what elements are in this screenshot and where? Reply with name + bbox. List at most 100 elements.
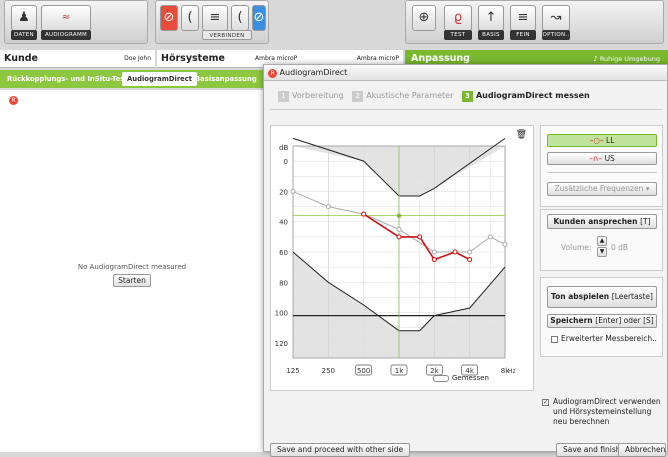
kunden-ansprechen-button[interactable]: Kunden ansprechen [T] <box>547 214 657 229</box>
no-measure-text: No AudiogramDirect measured <box>77 263 187 271</box>
side-panel: –○– LL –∩– US Zusätzliche Frequenzen ▾ <box>540 125 663 207</box>
options-icon[interactable]: ↝ <box>542 5 570 31</box>
save-other-side-button[interactable]: Save and proceed with other side <box>270 443 411 457</box>
audiogram-chart[interactable]: 020406080100120dB125 250 500 1k 2k 4k 8kHz <box>271 126 535 392</box>
toolbar-fitting: ⊕ ϱ ↑ ≡ ↝ TEST BASIS FEIN OPTION.. <box>405 0 664 44</box>
x-tick-label: 250 <box>322 367 335 375</box>
series-point <box>417 234 423 240</box>
hoersysteme-title: Hörsysteme <box>161 53 225 64</box>
trash-icon[interactable]: 🗑 <box>516 130 527 140</box>
step-2[interactable]: 2 Akustische Parameter <box>352 89 453 103</box>
series-point <box>452 249 458 255</box>
series-point <box>396 226 402 232</box>
us-button[interactable]: –∩– US <box>547 152 657 165</box>
anpassung-title: Anpassung <box>411 53 470 64</box>
right-ear-badge: R <box>9 96 18 105</box>
basis-icon[interactable]: ↑ <box>478 5 504 31</box>
chevron-down-icon: ▾ <box>645 184 650 193</box>
side-divider <box>547 172 657 173</box>
test-ear-icon[interactable]: ϱ <box>444 5 472 31</box>
series-point <box>290 188 296 194</box>
customer-name: Doe John <box>124 55 151 62</box>
tab-basisanpassung[interactable]: Basisanpassung <box>190 72 262 86</box>
fein-label: FEIN <box>510 30 536 40</box>
ton-abspielen-button[interactable]: Ton abspielen [Leertaste] <box>547 286 657 308</box>
step-3[interactable]: 3 AudiogramDirect messen <box>461 89 590 103</box>
optionen-label: OPTION.. <box>542 30 570 40</box>
steps-divider <box>270 109 663 110</box>
gemessen-swatch <box>433 374 449 382</box>
toolbar-devices: ⊘ ( ≡ ( ⊘ VERBINDEN <box>155 0 269 44</box>
no-device-icon[interactable]: ⊘ <box>160 5 178 31</box>
legend-gemessen: Gemessen <box>433 374 489 382</box>
basis-label: BASIS <box>478 30 504 40</box>
series-point <box>325 204 331 210</box>
dialog-titlebar: R AudiogramDirect <box>264 65 667 81</box>
series-point <box>467 257 473 263</box>
dialog-ear-icon: R <box>268 69 277 78</box>
series-point <box>361 211 367 217</box>
save-finish-button[interactable]: Save and finish <box>556 443 628 457</box>
series-point <box>431 249 437 255</box>
volume-label: Volume: <box>561 243 592 252</box>
series-point <box>502 241 508 247</box>
x-tick-label: 125 <box>286 367 299 375</box>
crosshair-icon[interactable]: ⊕ <box>412 5 436 31</box>
programmer-icon[interactable]: ≡ <box>202 5 228 31</box>
ll-button[interactable]: –○– LL <box>547 134 657 147</box>
y-tick-label: 80 <box>279 279 288 287</box>
fein-icon[interactable]: ≡ <box>510 5 536 31</box>
series-point <box>431 257 437 263</box>
extra-frequencies-select[interactable]: Zusätzliche Frequenzen ▾ <box>547 182 657 196</box>
dialog-title: AudiogramDirect <box>279 68 348 77</box>
step-1[interactable]: 1 Vorbereitung <box>278 89 344 103</box>
daten-label: DATEN <box>11 30 37 40</box>
extended-range-checkbox[interactable]: Erweiterter Messbereich.. <box>551 334 657 343</box>
audiogramdirect-dialog: R AudiogramDirect 1 Vorbereitung 2 Akustis… <box>263 64 668 457</box>
series-point <box>396 234 402 240</box>
hearing-aid-right-icon[interactable]: ( <box>231 5 249 31</box>
use-audiogramdirect-label: AudiogramDirect verwenden und Hörsysteme… <box>553 397 661 426</box>
subtabs-bar: Rückkopplungs- und InSitu-Test Audiogram… <box>0 70 290 88</box>
volume-down-icon[interactable]: ▼ <box>597 247 607 257</box>
test-label: TEST <box>444 30 472 40</box>
y-tick-label: 60 <box>279 249 288 257</box>
start-button[interactable]: Starten <box>113 274 151 287</box>
volume-up-icon[interactable]: ▲ <box>597 236 607 246</box>
speaker-icon: ♪ <box>593 55 598 63</box>
crosshair-point <box>396 213 402 218</box>
toolbar-customer: ♟ ≈ DATEN AUDIOGRAMM <box>4 0 148 44</box>
y-tick-label: 0 <box>284 158 288 166</box>
checkbox-empty-icon <box>551 335 558 343</box>
y-tick-label: 40 <box>279 219 288 227</box>
kunde-title: Kunde <box>4 53 38 64</box>
verbinden-label[interactable]: VERBINDEN <box>202 30 252 40</box>
use-audiogramdirect-checkbox[interactable]: ✓ AudiogramDirect verwenden und Hörsyste… <box>542 397 664 427</box>
y-tick-label: 120 <box>275 340 288 348</box>
x-tick-label: 500 <box>357 367 370 375</box>
volume-panel: Kunden ansprechen [T] Volume: ▲ ▼ 0 dB <box>540 209 663 271</box>
speichern-button[interactable]: Speichern [Enter] oder [S] <box>547 314 657 328</box>
wizard-steps: 1 Vorbereitung 2 Akustische Parameter 3 Aud… <box>278 89 596 103</box>
person-icon[interactable]: ♟ <box>11 5 37 31</box>
x-tick-label: 1k <box>395 367 404 375</box>
tab-audiogramdirect[interactable]: AudiogramDirect <box>122 72 198 86</box>
no-device-right-icon[interactable]: ⊘ <box>252 5 266 31</box>
ll-marker-icon: –○– <box>589 136 604 145</box>
us-marker-icon: –∩– <box>589 154 603 163</box>
x-axis-label: Hz <box>508 368 516 375</box>
y-tick-label: 100 <box>275 310 288 318</box>
cancel-button[interactable]: Abbrechen <box>618 443 666 457</box>
tab-feedback-test[interactable]: Rückkopplungs- und InSitu-Test <box>2 72 133 86</box>
checkbox-checked-icon: ✓ <box>542 399 549 406</box>
section-kunde: Kunde Doe John <box>0 50 155 68</box>
y-tick-label: 20 <box>279 188 288 196</box>
audiogram-icon[interactable]: ≈ <box>41 5 91 31</box>
series-point <box>487 234 493 240</box>
volume-value: 0 dB <box>611 243 629 252</box>
y-axis-label: dB <box>279 144 288 152</box>
hearing-aid-left-icon[interactable]: ( <box>181 5 199 31</box>
play-panel: Ton abspielen [Leertaste] Speichern [Ent… <box>540 277 663 357</box>
audiogramm-label: AUDIOGRAMM <box>41 30 91 40</box>
series-point <box>467 249 473 255</box>
